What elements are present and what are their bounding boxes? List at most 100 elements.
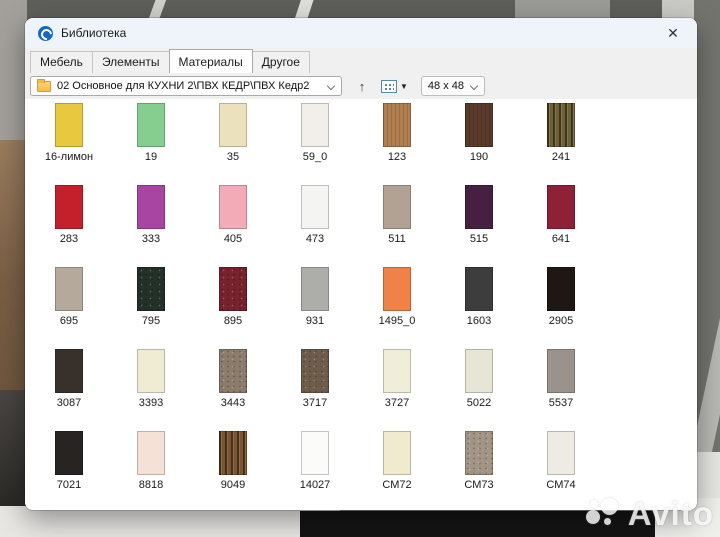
material-swatch[interactable] (137, 267, 165, 311)
material-cell[interactable]: 641 (520, 184, 602, 266)
material-cell[interactable]: 8818 (110, 430, 192, 510)
material-cell[interactable]: 3727 (356, 348, 438, 430)
material-label: 3087 (57, 397, 81, 409)
material-swatch[interactable] (301, 431, 329, 475)
material-label: 16-лимон (45, 151, 93, 163)
tab-Мебель[interactable]: Мебель (30, 51, 93, 73)
tab-Другое[interactable]: Другое (252, 51, 310, 73)
material-swatch[interactable] (383, 185, 411, 229)
material-cell[interactable]: 795 (110, 266, 192, 348)
material-swatch[interactable] (547, 103, 575, 147)
icon-size-combobox[interactable]: 48 x 48 (421, 76, 485, 96)
material-cell[interactable]: 695 (28, 266, 110, 348)
material-cell[interactable]: 3443 (192, 348, 274, 430)
material-cell[interactable]: 5022 (438, 348, 520, 430)
material-cell[interactable]: 190 (438, 102, 520, 184)
material-swatch[interactable] (137, 431, 165, 475)
material-swatch[interactable] (219, 103, 247, 147)
material-label: 795 (142, 315, 160, 327)
material-cell[interactable]: 59_0 (274, 102, 356, 184)
material-swatch[interactable] (547, 349, 575, 393)
material-swatch[interactable] (55, 267, 83, 311)
material-cell[interactable]: 16-лимон (28, 102, 110, 184)
material-cell[interactable]: 283 (28, 184, 110, 266)
material-cell[interactable]: 35 (192, 102, 274, 184)
material-cell[interactable]: 3087 (28, 348, 110, 430)
material-cell[interactable]: СМ73 (438, 430, 520, 510)
titlebar[interactable]: Библиотека ✕ (25, 18, 697, 48)
material-swatch[interactable] (137, 349, 165, 393)
material-cell[interactable]: 2905 (520, 266, 602, 348)
material-cell[interactable]: 931 (274, 266, 356, 348)
material-cell[interactable]: 511 (356, 184, 438, 266)
material-swatch[interactable] (465, 185, 493, 229)
material-swatch[interactable] (55, 185, 83, 229)
material-cell[interactable]: 1495_0 (356, 266, 438, 348)
material-label: 3727 (385, 397, 409, 409)
material-cell[interactable]: 895 (192, 266, 274, 348)
material-cell[interactable]: 19 (110, 102, 192, 184)
material-swatch[interactable] (219, 349, 247, 393)
material-swatch[interactable] (301, 103, 329, 147)
material-swatch[interactable] (137, 185, 165, 229)
material-cell[interactable]: 333 (110, 184, 192, 266)
material-swatch[interactable] (137, 103, 165, 147)
material-swatch[interactable] (465, 349, 493, 393)
material-label: 515 (470, 233, 488, 245)
material-swatch[interactable] (547, 267, 575, 311)
material-cell[interactable]: СМ72 (356, 430, 438, 510)
material-label: 283 (60, 233, 78, 245)
material-cell[interactable]: 123 (356, 102, 438, 184)
material-cell[interactable]: 3717 (274, 348, 356, 430)
material-cell[interactable]: 1603 (438, 266, 520, 348)
material-cell[interactable]: 473 (274, 184, 356, 266)
material-swatch[interactable] (301, 349, 329, 393)
background-wood-panel (0, 140, 27, 395)
toolbar: 02 Основное для КУХНИ 2\ПВХ КЕДР\ПВХ Кед… (25, 73, 697, 99)
material-label: 1495_0 (379, 315, 416, 327)
material-cell[interactable]: 9049 (192, 430, 274, 510)
material-swatch[interactable] (55, 349, 83, 393)
material-swatch[interactable] (547, 431, 575, 475)
material-swatch[interactable] (465, 431, 493, 475)
material-swatch[interactable] (383, 103, 411, 147)
material-swatch[interactable] (55, 431, 83, 475)
window-title: Библиотека (61, 26, 126, 40)
close-button[interactable]: ✕ (662, 22, 684, 44)
up-folder-button[interactable]: ↑ (352, 76, 372, 96)
material-swatch[interactable] (301, 267, 329, 311)
material-label: 641 (552, 233, 570, 245)
material-cell[interactable]: 405 (192, 184, 274, 266)
material-cell[interactable]: 14027 (274, 430, 356, 510)
material-swatch[interactable] (219, 431, 247, 475)
material-swatch[interactable] (465, 267, 493, 311)
material-label: 473 (306, 233, 324, 245)
material-label: 8818 (139, 479, 163, 491)
material-label: 3717 (303, 397, 327, 409)
material-swatch[interactable] (301, 185, 329, 229)
chevron-down-icon (327, 82, 335, 90)
material-swatch[interactable] (547, 185, 575, 229)
material-cell[interactable]: 3393 (110, 348, 192, 430)
material-swatch[interactable] (219, 267, 247, 311)
material-label: 405 (224, 233, 242, 245)
material-cell[interactable]: 7021 (28, 430, 110, 510)
material-swatch[interactable] (383, 267, 411, 311)
background-wall (0, 506, 340, 537)
tab-Материалы[interactable]: Материалы (169, 49, 253, 73)
material-cell[interactable]: 5537 (520, 348, 602, 430)
folder-path-combobox[interactable]: 02 Основное для КУХНИ 2\ПВХ КЕДР\ПВХ Кед… (30, 76, 342, 96)
material-cell[interactable]: 515 (438, 184, 520, 266)
material-swatch[interactable] (383, 349, 411, 393)
material-swatch[interactable] (219, 185, 247, 229)
material-label: 5537 (549, 397, 573, 409)
view-mode-button[interactable]: ▼ (378, 76, 411, 96)
material-swatch[interactable] (55, 103, 83, 147)
tab-Элементы[interactable]: Элементы (92, 51, 170, 73)
material-cell[interactable]: СМ74 (520, 430, 602, 510)
material-label: 511 (388, 233, 406, 245)
library-window: Библиотека ✕ МебельЭлементыМатериалыДруг… (25, 18, 697, 510)
material-swatch[interactable] (465, 103, 493, 147)
material-cell[interactable]: 241 (520, 102, 602, 184)
material-swatch[interactable] (383, 431, 411, 475)
